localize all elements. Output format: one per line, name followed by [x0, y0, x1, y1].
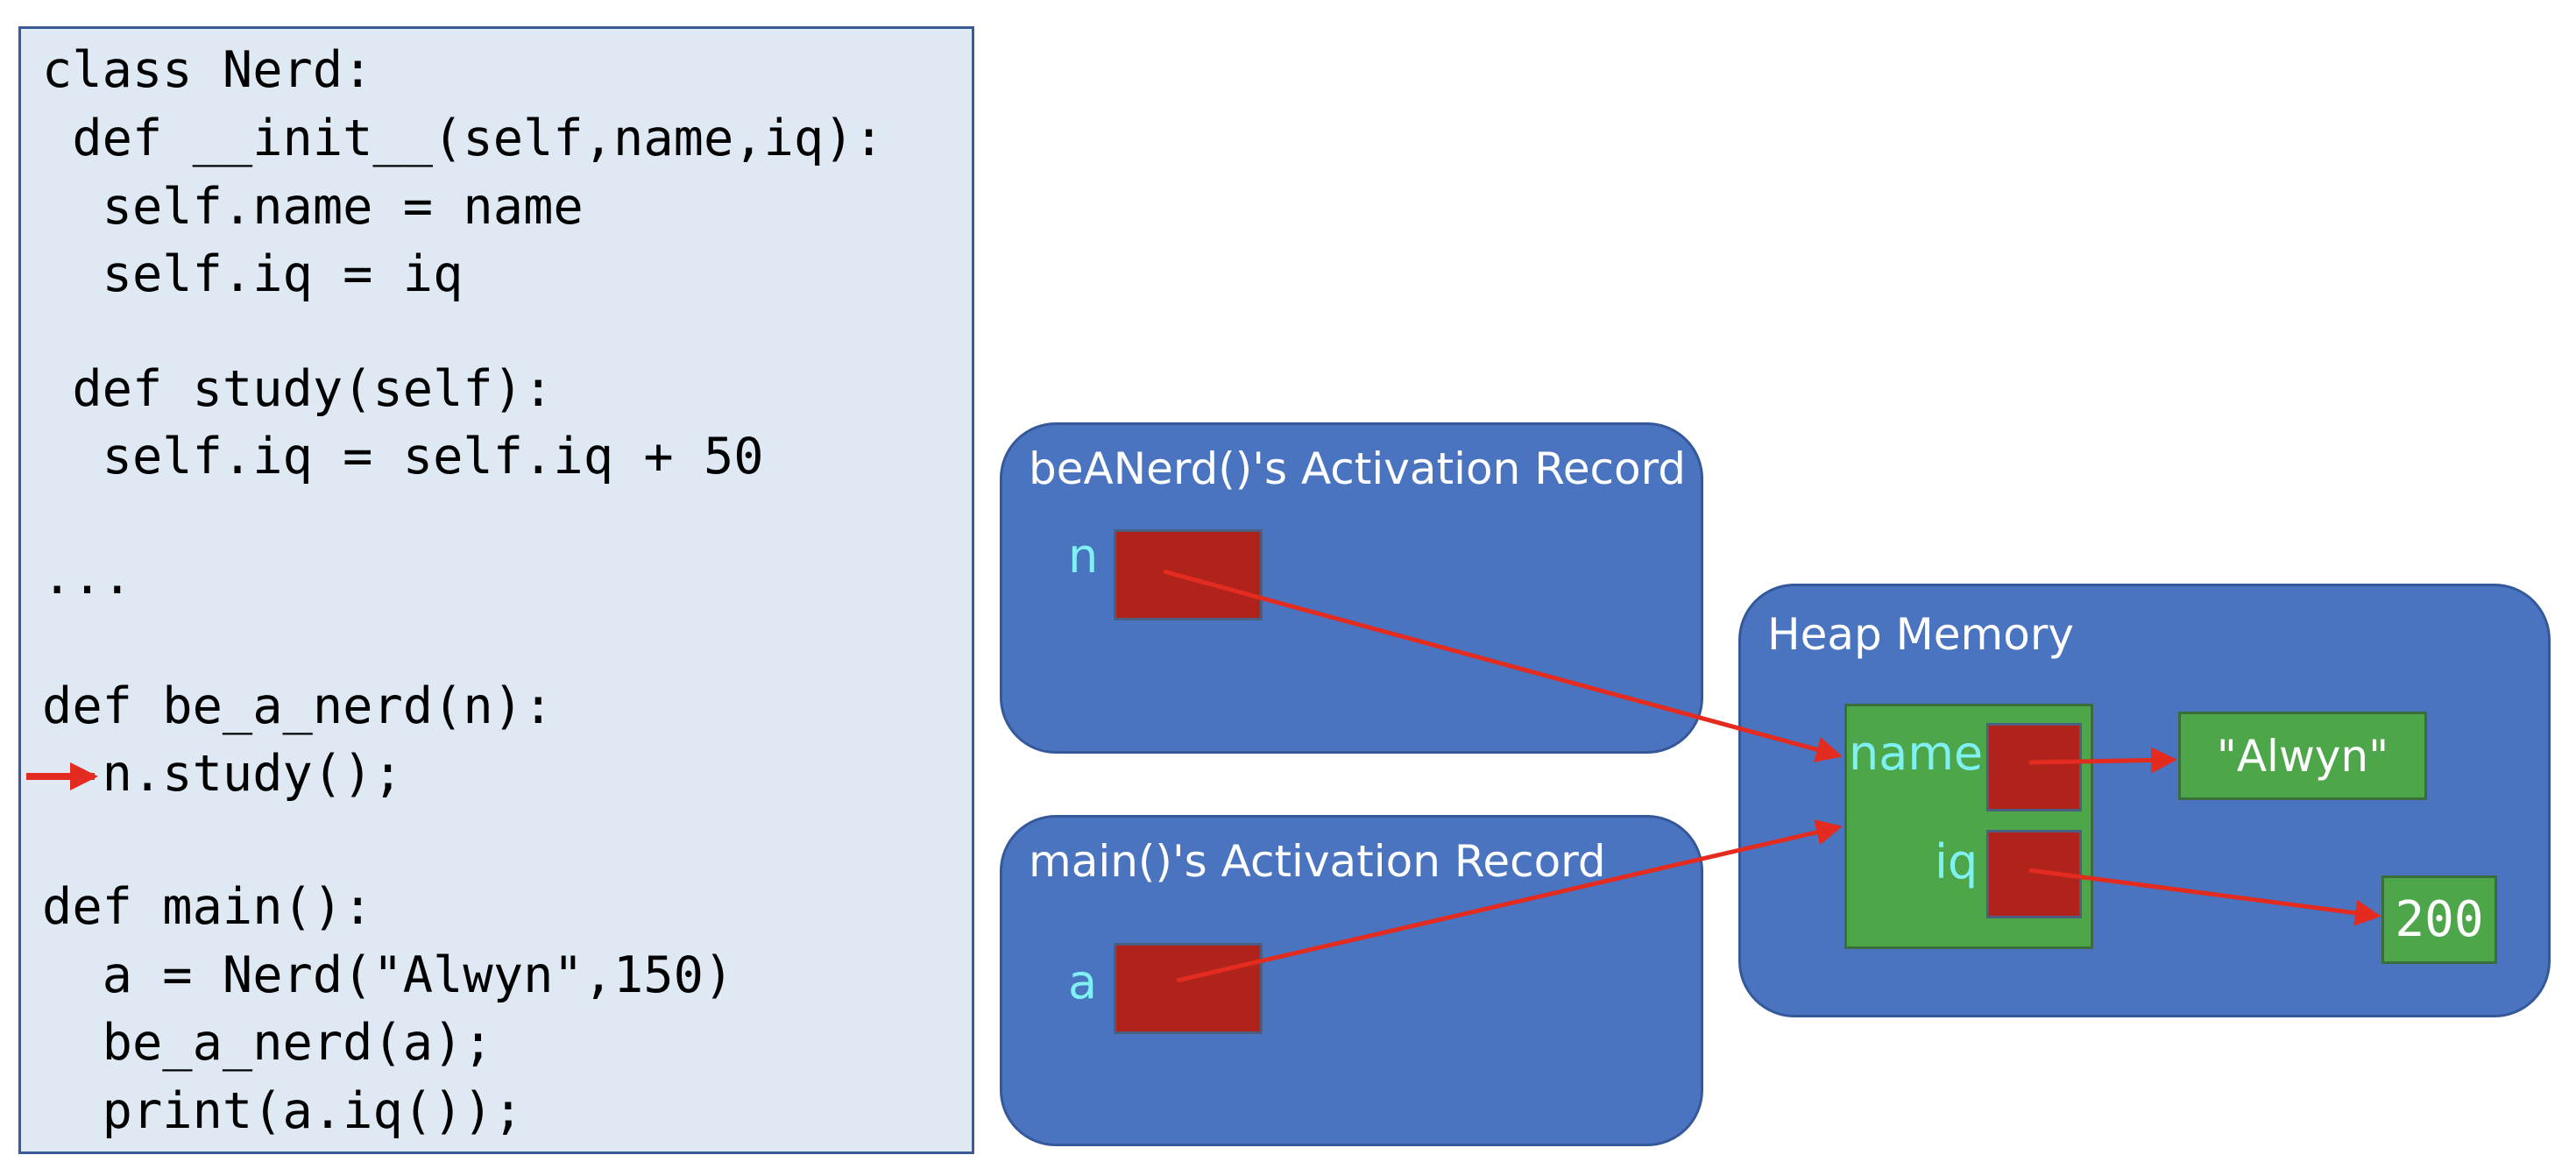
arrows-layer	[26, 569, 2381, 983]
pointer-iq-to-int	[2028, 868, 2381, 926]
pointer-name-to-string	[2028, 747, 2177, 774]
pointer-n-to-object	[1163, 569, 1843, 762]
pointer-a-to-object	[1176, 819, 1843, 983]
